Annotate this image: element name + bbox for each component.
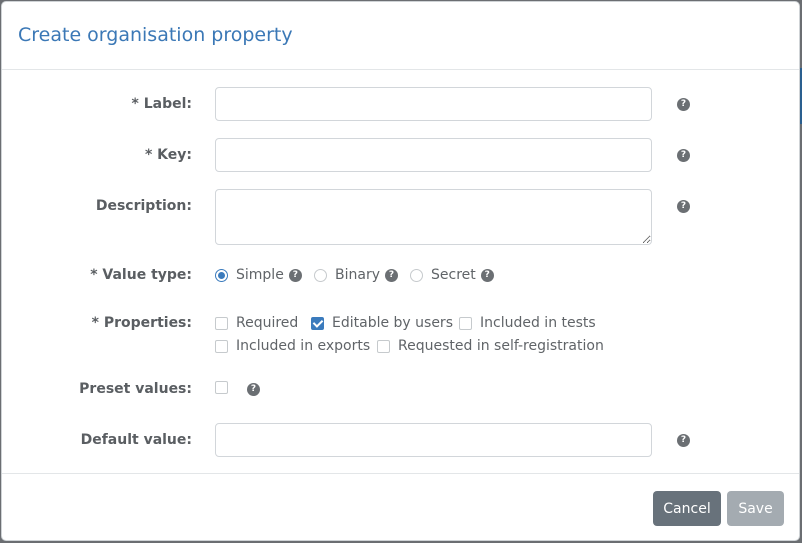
label-field-label: * Label: xyxy=(131,96,192,112)
help-icon[interactable]: ? xyxy=(288,268,302,282)
help-icon[interactable]: ? xyxy=(677,98,690,111)
option-label: Required xyxy=(236,315,299,331)
label-input[interactable] xyxy=(215,87,652,121)
property-editable-checkbox[interactable]: Editable by users xyxy=(311,315,453,331)
default-value-input[interactable] xyxy=(215,423,652,457)
help-icon[interactable]: ? xyxy=(385,268,398,282)
value-type-secret-option[interactable]: Secret ? xyxy=(410,267,494,283)
help-icon[interactable]: ? xyxy=(677,434,690,447)
preset-values-checkbox[interactable] xyxy=(215,381,236,394)
property-included-tests-checkbox[interactable]: Included in tests xyxy=(459,315,596,331)
checkbox-unchecked[interactable] xyxy=(215,316,228,330)
value-type-simple-option[interactable]: Simple ? xyxy=(215,267,302,283)
properties-label: * Properties: xyxy=(91,315,192,331)
option-label: Editable by users xyxy=(332,315,453,331)
value-type-binary-option[interactable]: Binary ? xyxy=(314,267,398,283)
help-icon[interactable]: ? xyxy=(677,200,690,213)
option-label: Included in exports xyxy=(236,338,371,354)
checkbox-unchecked[interactable] xyxy=(215,339,228,353)
description-textarea[interactable] xyxy=(215,189,652,245)
option-label: Included in tests xyxy=(480,315,596,331)
dialog-header: Create organisation property xyxy=(2,2,799,70)
radio-unselected[interactable] xyxy=(314,268,327,282)
radio-selected[interactable] xyxy=(215,268,228,282)
radio-unselected[interactable] xyxy=(410,268,423,282)
key-field-label: * Key: xyxy=(144,147,192,163)
value-type-label: * Value type: xyxy=(90,267,192,283)
cancel-button[interactable]: Cancel xyxy=(653,491,721,526)
description-field-label: Description: xyxy=(95,198,192,214)
checkbox-unchecked[interactable] xyxy=(215,381,228,394)
option-label: Simple xyxy=(236,267,284,283)
help-icon[interactable]: ? xyxy=(677,149,690,162)
dialog-footer: Cancel Save xyxy=(2,473,799,540)
property-required-checkbox[interactable]: Required xyxy=(215,315,298,331)
property-included-exports-checkbox[interactable]: Included in exports xyxy=(215,338,370,354)
dialog-title: Create organisation property xyxy=(18,24,293,46)
save-button[interactable]: Save xyxy=(727,491,784,526)
preset-values-label: Preset values: xyxy=(79,381,192,397)
help-icon[interactable]: ? xyxy=(480,268,494,282)
option-label: Secret xyxy=(431,267,476,283)
property-self-registration-checkbox[interactable]: Requested in self-registration xyxy=(377,338,604,354)
create-property-dialog: Create organisation property * Label: ? … xyxy=(1,1,800,541)
help-icon[interactable]: ? xyxy=(247,383,260,396)
checkbox-unchecked[interactable] xyxy=(377,339,390,353)
default-value-label: Default value: xyxy=(80,432,192,448)
option-label: Requested in self-registration xyxy=(398,338,604,354)
checkbox-checked[interactable] xyxy=(311,316,324,330)
key-input[interactable] xyxy=(215,138,652,172)
checkbox-unchecked[interactable] xyxy=(459,316,472,330)
option-label: Binary xyxy=(335,267,380,283)
